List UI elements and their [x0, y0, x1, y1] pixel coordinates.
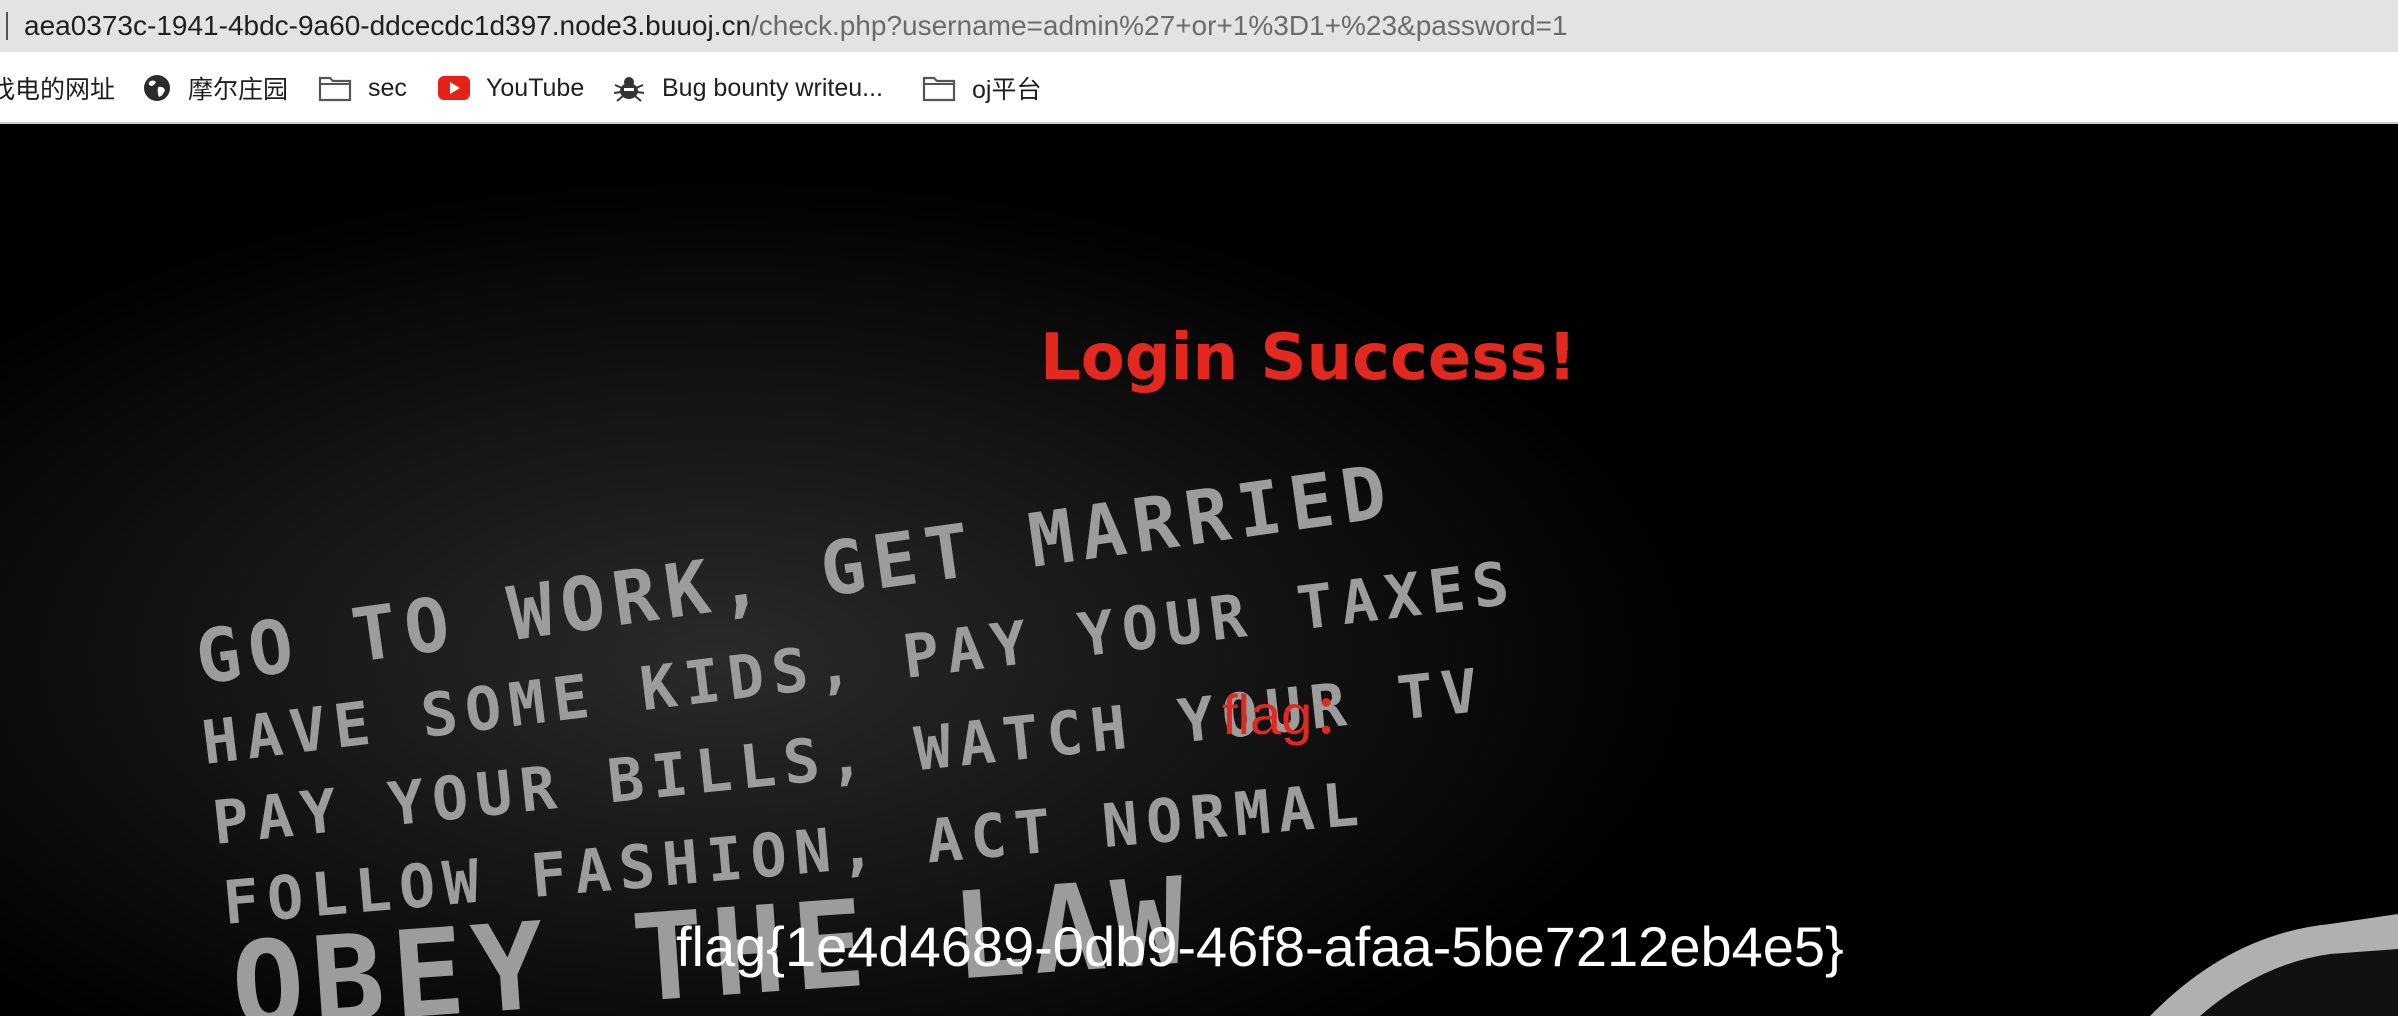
url-path: /check.php?username=admin%27+or+1%3D1+%2… — [751, 10, 1568, 41]
background-poster: GO TO WORK, GET MARRIED HAVE SOME KIDS, … — [0, 124, 2398, 1016]
bookmark-label: 摩尔庄园 — [188, 76, 289, 104]
flag-label: flag： — [1222, 683, 1369, 746]
login-success-heading: Login Success! — [1040, 321, 1577, 395]
bookmark-label: Bug bounty writeu... — [662, 73, 883, 102]
bookmark-label: 找电的网址 — [0, 76, 116, 104]
url-host: aea0373c-1941-4bdc-9a60-ddcecdc1d397.nod… — [24, 10, 752, 41]
bookmark-item[interactable]: sec — [318, 68, 407, 108]
bookmark-item[interactable]: 找电的网址 — [0, 68, 115, 108]
bookmark-label: oj平台 — [972, 76, 1042, 104]
address-bar[interactable]: aea0373c-1941-4bdc-9a60-ddcecdc1d397.nod… — [0, 0, 2398, 52]
flag-value: flag{1e4d4689-0db9-46f8-afaa-5be7212eb4e… — [676, 915, 1844, 978]
bookmark-item[interactable]: YouTube — [438, 68, 584, 108]
page-content: GO TO WORK, GET MARRIED HAVE SOME KIDS, … — [0, 124, 2398, 1016]
bookmarks-bar: 找电的网址 摩尔庄园 sec YouTube Bug bounty writeu… — [0, 52, 2398, 124]
text-cursor — [6, 12, 8, 40]
url-field[interactable]: aea0373c-1941-4bdc-9a60-ddcecdc1d397.nod… — [24, 9, 1567, 43]
bookmark-label: sec — [368, 73, 407, 102]
youtube-icon — [438, 76, 470, 100]
folder-icon — [318, 74, 352, 102]
bookmark-item[interactable]: 摩尔庄园 — [142, 68, 288, 108]
bookmark-item[interactable]: oj平台 — [922, 68, 1041, 108]
bug-icon — [612, 73, 646, 103]
globe-icon — [142, 73, 172, 103]
bookmark-item[interactable]: Bug bounty writeu... — [612, 68, 883, 108]
bookmark-label: YouTube — [486, 73, 585, 102]
folder-icon — [922, 74, 956, 102]
